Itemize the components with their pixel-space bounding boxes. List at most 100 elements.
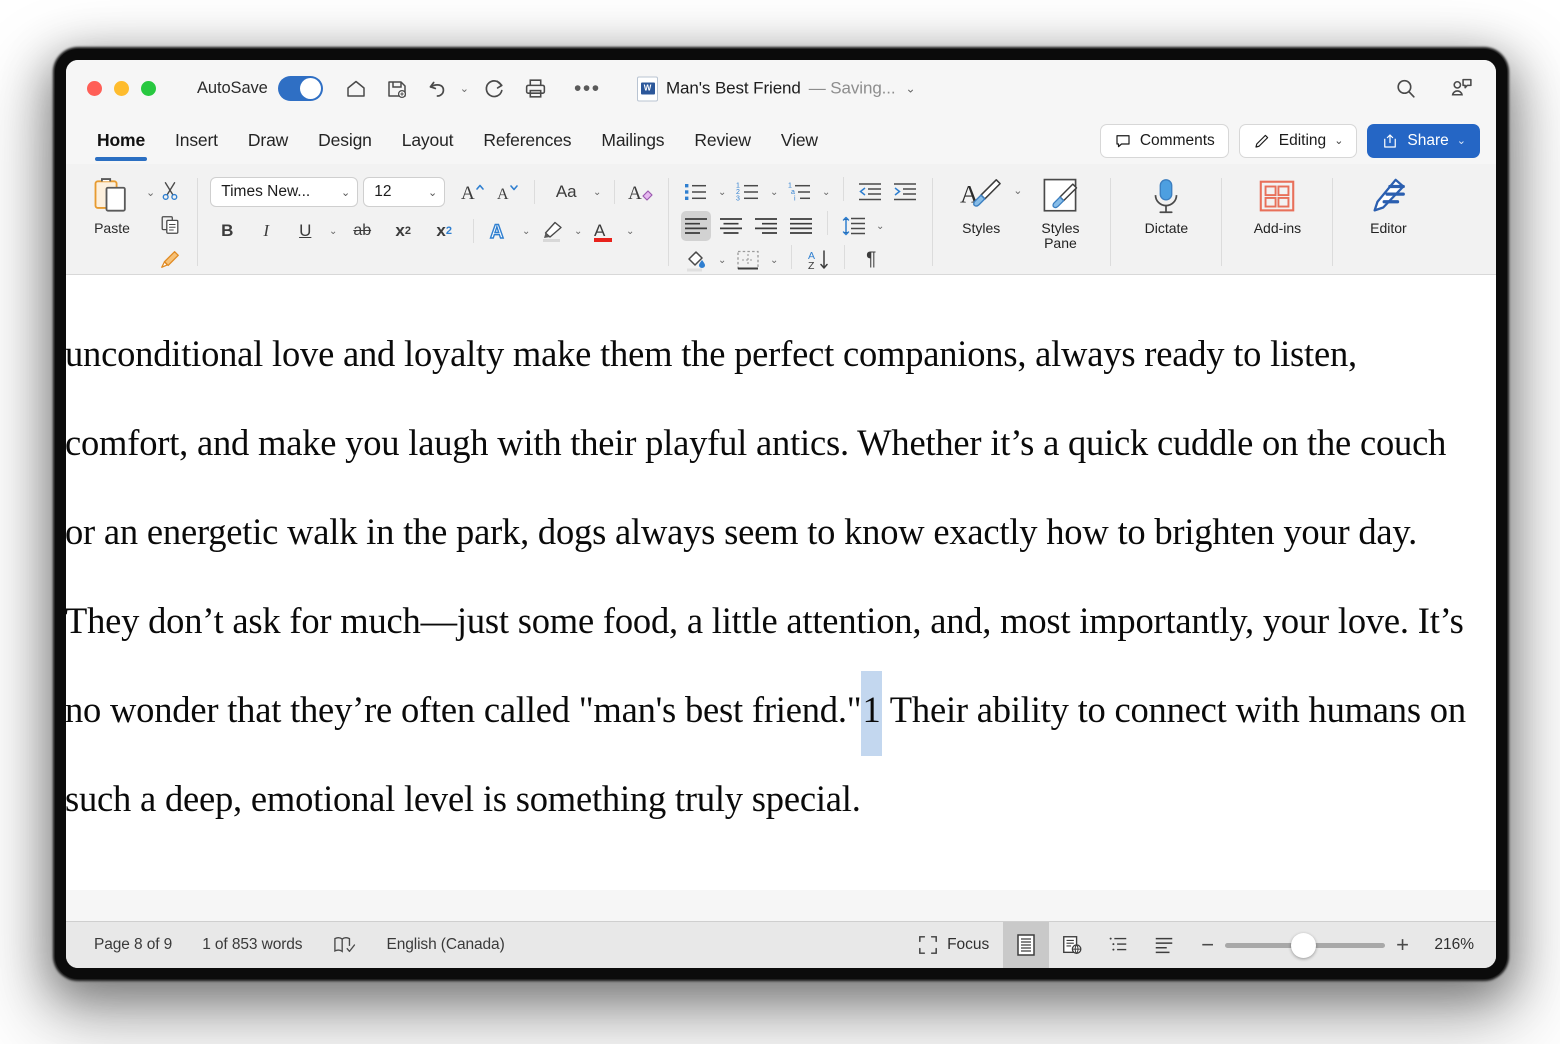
justify-icon[interactable]: [786, 211, 816, 241]
font-color-chevron-down-icon[interactable]: ⌄: [624, 226, 636, 237]
share-chevron-down-icon[interactable]: ⌄: [1457, 134, 1466, 147]
document-line[interactable]: They don’t ask for much—just some food, …: [66, 576, 1496, 665]
editing-chevron-down-icon[interactable]: ⌄: [1334, 134, 1343, 147]
document-line[interactable]: unconditional love and loyalty make them…: [66, 309, 1496, 398]
zoom-out-button[interactable]: −: [1201, 934, 1214, 956]
text-effects-chevron-down-icon[interactable]: ⌄: [520, 226, 532, 237]
sort-icon[interactable]: A Z: [803, 245, 833, 275]
title-dropdown-chevron[interactable]: ⌄: [906, 82, 916, 96]
multilevel-chevron-down-icon[interactable]: ⌄: [820, 187, 832, 198]
strikethrough-icon[interactable]: ab: [344, 216, 380, 246]
paste-chevron-down-icon[interactable]: ⌄: [146, 186, 155, 199]
more-options-icon[interactable]: •••: [574, 78, 601, 99]
line-spacing-icon[interactable]: [839, 211, 869, 241]
shading-icon[interactable]: [681, 245, 711, 275]
tab-draw[interactable]: Draw: [233, 118, 303, 164]
tab-layout[interactable]: Layout: [387, 118, 469, 164]
decrease-indent-icon[interactable]: [855, 177, 885, 207]
collaborators-icon[interactable]: [1446, 74, 1476, 104]
tab-references[interactable]: References: [468, 118, 586, 164]
font-name-select[interactable]: Times New... ⌄: [210, 177, 359, 207]
undo-dropdown-chevron[interactable]: ⌄: [460, 82, 469, 95]
add-ins-button[interactable]: Add-ins: [1234, 170, 1320, 236]
styles-pane-button[interactable]: Styles Pane: [1022, 170, 1098, 251]
share-button[interactable]: Share ⌄: [1367, 123, 1480, 158]
change-case-chevron-down-icon[interactable]: ⌄: [591, 187, 603, 198]
undo-icon[interactable]: [423, 74, 453, 104]
print-layout-view-button[interactable]: [1003, 921, 1050, 968]
tab-mailings[interactable]: Mailings: [586, 118, 679, 164]
underline-chevron-down-icon[interactable]: ⌄: [327, 226, 339, 237]
bold-icon[interactable]: B: [210, 216, 244, 246]
numbering-icon[interactable]: 1 2 3: [733, 177, 763, 207]
outline-view-button[interactable]: [1095, 922, 1141, 969]
document-line[interactable]: such a deep, emotional level is somethin…: [66, 754, 1496, 843]
page-indicator[interactable]: Page 8 of 9: [94, 936, 172, 954]
format-painter-icon[interactable]: [155, 244, 185, 274]
numbering-chevron-down-icon[interactable]: ⌄: [768, 187, 780, 198]
underline-icon[interactable]: U: [288, 216, 322, 246]
home-icon[interactable]: [341, 74, 371, 104]
shading-chevron-down-icon[interactable]: ⌄: [716, 255, 728, 266]
subscript-icon[interactable]: x2: [385, 216, 421, 246]
zoom-in-button[interactable]: +: [1396, 934, 1409, 956]
highlight-chevron-down-icon[interactable]: ⌄: [572, 226, 584, 237]
tab-design[interactable]: Design: [303, 118, 387, 164]
save-icon[interactable]: [382, 74, 412, 104]
borders-icon[interactable]: [733, 245, 763, 275]
document-page[interactable]: unconditional love and loyalty make them…: [66, 275, 1496, 890]
align-left-icon[interactable]: [681, 211, 712, 241]
bullets-chevron-down-icon[interactable]: ⌄: [716, 187, 728, 198]
change-case-icon[interactable]: Aa: [546, 177, 586, 207]
print-icon[interactable]: [521, 74, 551, 104]
highlighter-icon[interactable]: [537, 216, 567, 246]
editing-mode-button[interactable]: Editing ⌄: [1238, 123, 1358, 158]
font-color-icon[interactable]: A: [589, 216, 619, 246]
grow-font-icon[interactable]: A: [458, 177, 488, 207]
document-canvas[interactable]: unconditional love and loyalty make them…: [66, 275, 1496, 890]
superscript-icon[interactable]: x2: [426, 216, 462, 246]
selected-footnote-reference[interactable]: 1: [861, 689, 882, 730]
redo-icon[interactable]: [480, 74, 510, 104]
align-right-icon[interactable]: [751, 211, 781, 241]
shrink-font-icon[interactable]: A: [493, 177, 523, 207]
zoom-slider[interactable]: [1225, 932, 1386, 958]
tab-insert[interactable]: Insert: [160, 118, 233, 164]
draft-view-button[interactable]: [1141, 922, 1187, 969]
increase-indent-icon[interactable]: [890, 177, 920, 207]
document-line[interactable]: comfort, and make you laugh with their p…: [66, 398, 1496, 487]
text-effects-icon[interactable]: A: [485, 216, 515, 246]
editor-button[interactable]: Editor: [1345, 170, 1431, 236]
document-line-with-selection[interactable]: no wonder that they’re often called "man…: [66, 665, 1496, 754]
focus-button[interactable]: Focus: [908, 935, 1003, 955]
web-layout-view-button[interactable]: [1049, 922, 1095, 969]
bullets-icon[interactable]: [681, 177, 711, 207]
comments-button[interactable]: Comments: [1099, 123, 1229, 158]
autosave-toggle[interactable]: [277, 76, 323, 101]
tab-review[interactable]: Review: [679, 118, 765, 164]
show-formatting-marks-icon[interactable]: ¶: [856, 245, 886, 275]
paste-button[interactable]: Paste: [74, 170, 150, 236]
tab-home[interactable]: Home: [82, 118, 160, 164]
clear-formatting-icon[interactable]: A: [626, 177, 656, 207]
zoom-level[interactable]: 216%: [1420, 936, 1474, 954]
styles-button[interactable]: A Styles: [945, 170, 1017, 236]
cut-icon[interactable]: [155, 176, 185, 206]
line-spacing-chevron-down-icon[interactable]: ⌄: [874, 221, 886, 232]
document-title-group[interactable]: W Man's Best Friend — Saving... ⌄: [637, 76, 916, 101]
document-line[interactable]: or an energetic walk in the park, dogs a…: [66, 487, 1496, 576]
search-icon[interactable]: [1390, 74, 1420, 104]
zoom-slider-handle[interactable]: [1291, 932, 1317, 958]
proofing-icon[interactable]: [332, 935, 356, 955]
dictate-button[interactable]: Dictate: [1123, 170, 1209, 236]
close-window-button[interactable]: [87, 81, 102, 96]
multilevel-list-icon[interactable]: 1 a i: [785, 177, 815, 207]
maximize-window-button[interactable]: [141, 81, 156, 96]
styles-chevron-down-icon[interactable]: ⌄: [1013, 184, 1022, 197]
minimize-window-button[interactable]: [114, 81, 129, 96]
align-center-icon[interactable]: [716, 211, 746, 241]
tab-view[interactable]: View: [766, 118, 833, 164]
borders-chevron-down-icon[interactable]: ⌄: [768, 255, 780, 266]
language-indicator[interactable]: English (Canada): [386, 936, 504, 954]
italic-icon[interactable]: I: [249, 216, 283, 246]
